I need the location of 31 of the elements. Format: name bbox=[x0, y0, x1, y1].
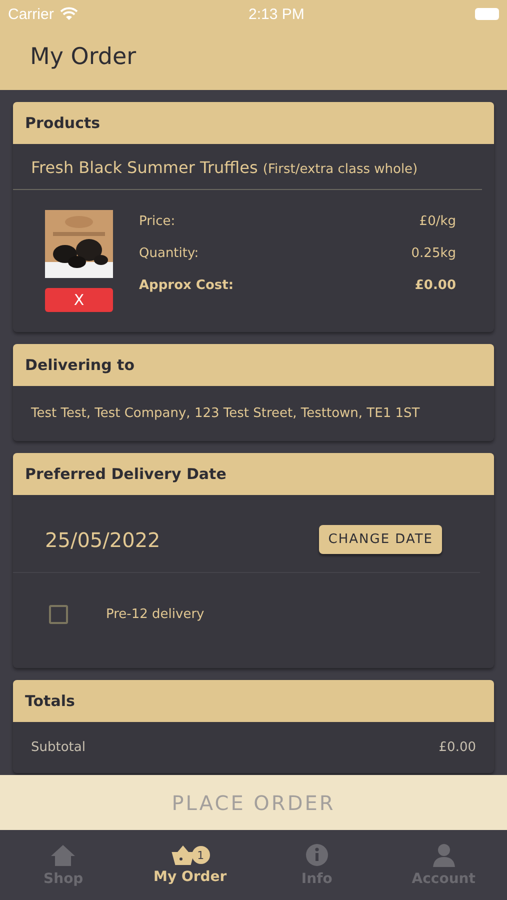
quantity-value: 0.25kg bbox=[411, 246, 456, 261]
carrier-name: Carrier bbox=[8, 6, 54, 22]
total-value: £0.00 bbox=[438, 740, 476, 755]
place-order-button[interactable]: PLACE ORDER bbox=[0, 775, 507, 830]
home-icon bbox=[50, 843, 76, 867]
pre12-label: Pre-12 delivery bbox=[106, 607, 204, 622]
quantity-label: Quantity: bbox=[139, 246, 199, 261]
change-date-button[interactable]: CHANGE DATE bbox=[319, 525, 442, 554]
basket-icon bbox=[170, 845, 195, 865]
info-icon bbox=[304, 843, 329, 867]
delivery-date: 25/05/2022 bbox=[45, 528, 160, 552]
tab-bar-item[interactable]: 1 My Order bbox=[126, 830, 254, 900]
remove-button[interactable]: X bbox=[45, 288, 113, 312]
cost-label: Approx Cost: bbox=[139, 278, 234, 293]
battery-icon bbox=[475, 8, 499, 20]
product-name: Fresh Black Summer Truffles (First/extra class whole) bbox=[13, 144, 482, 190]
price-value: £0/kg bbox=[419, 214, 456, 229]
cost-value: £0.00 bbox=[414, 278, 456, 293]
count-badge: 1 bbox=[192, 846, 210, 864]
total-label: Subtotal bbox=[31, 740, 86, 755]
clock-time: 2:13 PM bbox=[248, 6, 304, 22]
section-header: Delivering to bbox=[13, 344, 494, 386]
page-title: My Order bbox=[29, 43, 138, 72]
person-icon bbox=[432, 843, 456, 867]
section-header: Totals bbox=[13, 680, 494, 722]
wifi-icon bbox=[60, 7, 78, 21]
delivery-address: Test Test, Test Company, 123 Test Street, Testtown, TE1 1ST bbox=[30, 405, 421, 423]
price-label: Price: bbox=[139, 214, 176, 229]
section-header: Preferred Delivery Date bbox=[13, 453, 494, 495]
pre12-checkbox[interactable] bbox=[49, 605, 68, 624]
section-header: Products bbox=[13, 102, 494, 144]
